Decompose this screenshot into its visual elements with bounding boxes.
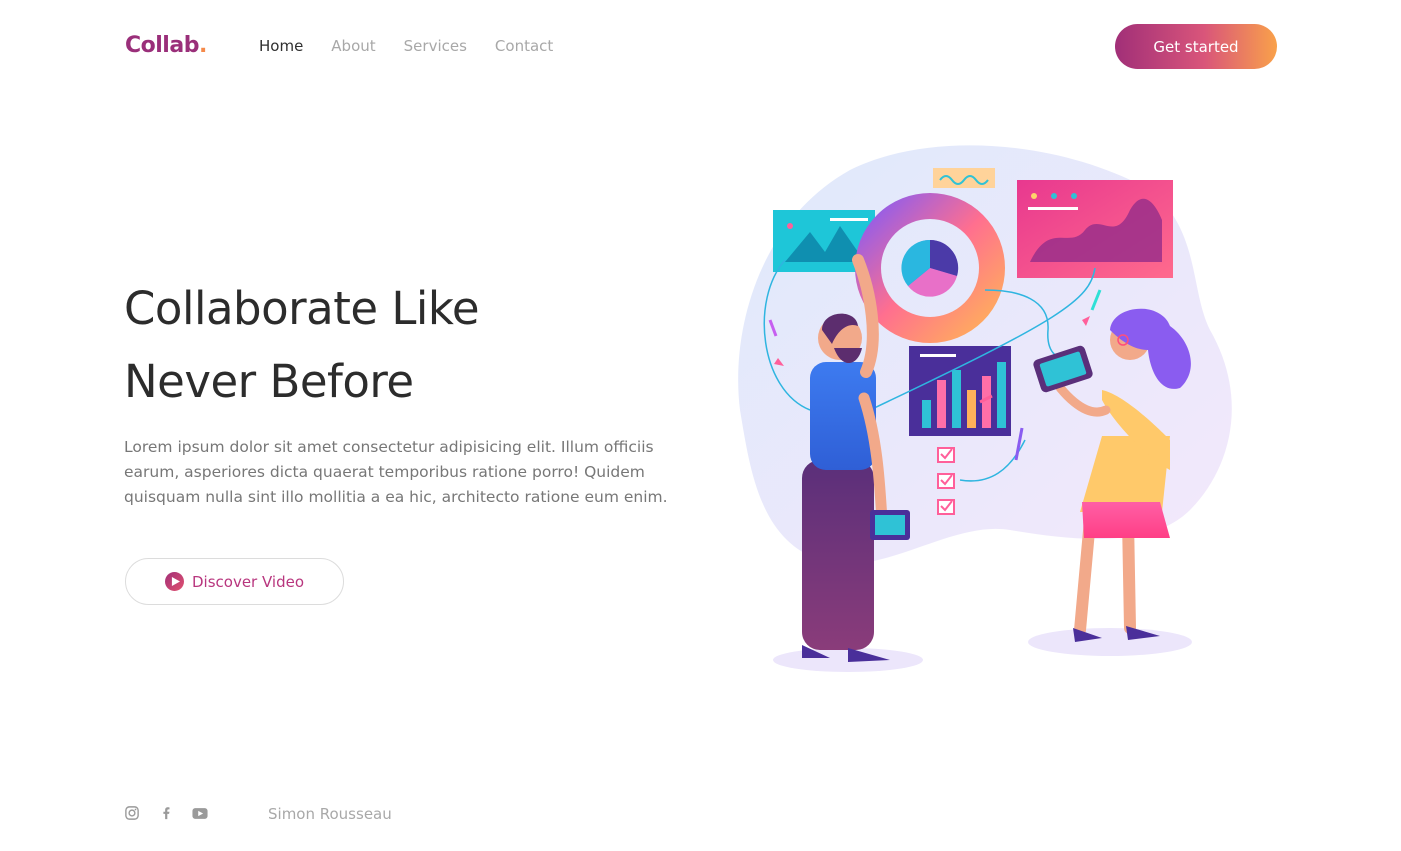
brand-dot: . [198,33,207,58]
team-collaboration-illustration [738,145,1232,672]
nav-link-about[interactable]: About [331,37,375,55]
discover-video-button[interactable]: Discover Video [125,558,344,605]
nav-link-services[interactable]: Services [404,37,467,55]
brand-name: Collab [125,33,199,58]
discover-video-label: Discover Video [191,572,305,591]
hero-title: Collaborate Like Never Before [124,272,684,418]
facebook-icon[interactable] [158,805,174,821]
get-started-button[interactable]: Get started [1115,24,1277,69]
hero-title-line-2: Never Before [124,355,414,408]
social-links [124,805,208,821]
youtube-icon[interactable] [192,805,208,821]
main-nav: Home About Services Contact [259,37,553,55]
author-name: Simon Rousseau [268,805,392,823]
nav-link-contact[interactable]: Contact [495,37,553,55]
brand-logo[interactable]: Collab. [125,33,207,58]
instagram-icon[interactable] [124,805,140,821]
play-icon [164,572,184,591]
nav-link-home[interactable]: Home [259,37,303,55]
hero-description: Lorem ipsum dolor sit amet consectetur a… [124,438,668,506]
hero-title-line-1: Collaborate Like [124,282,480,335]
